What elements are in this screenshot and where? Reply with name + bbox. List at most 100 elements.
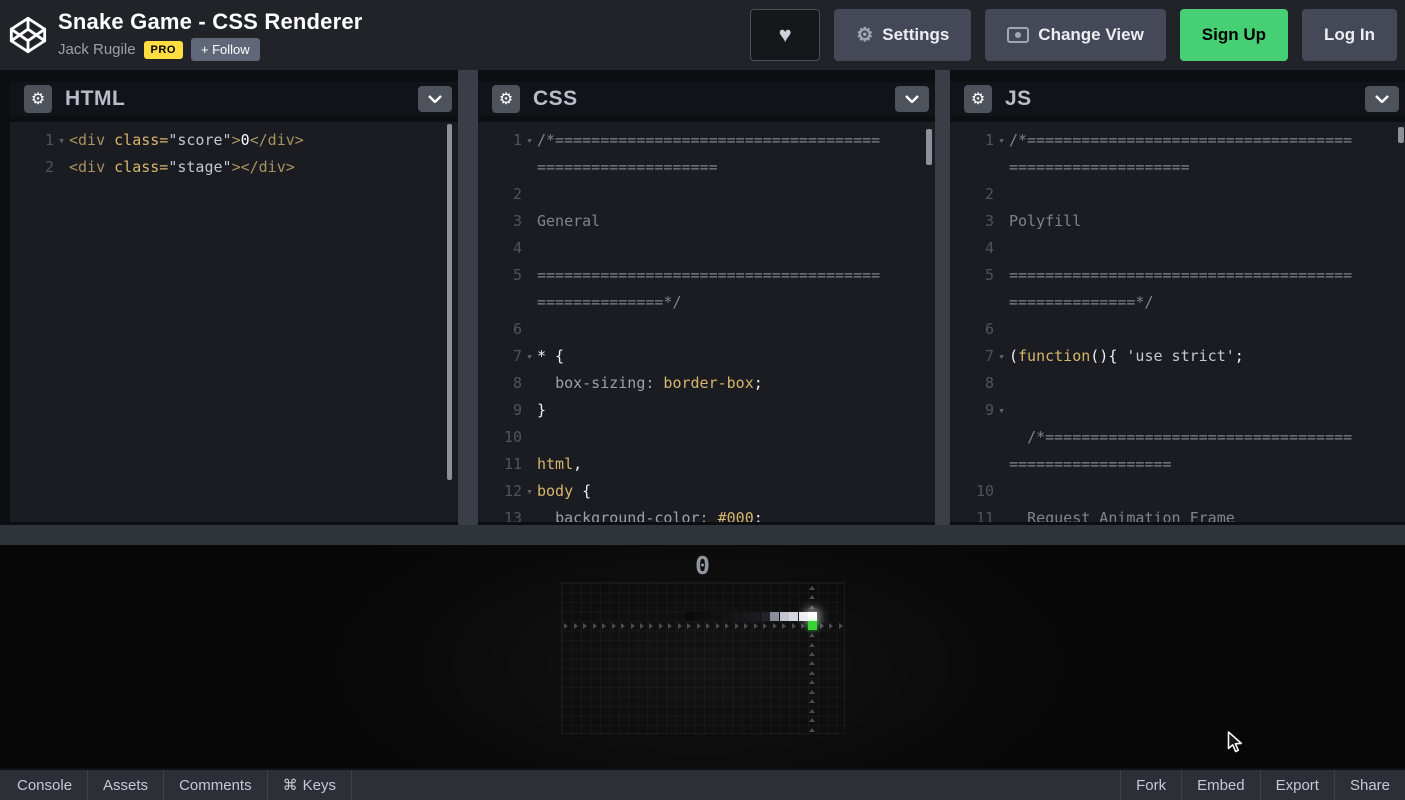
line-number: 10 (486, 424, 522, 451)
fold-spacer (994, 370, 1009, 397)
js-settings-button[interactable]: ⚙ (964, 85, 992, 113)
comments-button[interactable]: Comments (164, 770, 268, 800)
game-score: 0 (0, 551, 1405, 580)
change-view-button[interactable]: Change View (985, 9, 1166, 61)
code-line: 2 (958, 181, 1405, 208)
fold-spacer (994, 235, 1009, 262)
assets-button[interactable]: Assets (88, 770, 164, 800)
food-guide-dot (574, 623, 578, 629)
food-guide-dot (678, 623, 682, 629)
line-number (958, 424, 994, 478)
fork-button[interactable]: Fork (1120, 770, 1181, 800)
line-number: 10 (958, 478, 994, 505)
food-guide-dot (809, 680, 815, 684)
css-code-editor[interactable]: 1▾/*====================================… (478, 122, 935, 522)
code-text: body { (537, 478, 889, 505)
snake-cell (770, 612, 779, 621)
code-line: 4 (486, 235, 935, 262)
html-settings-button[interactable]: ⚙ (24, 85, 52, 113)
login-button[interactable]: Log In (1302, 9, 1397, 61)
keys-button[interactable]: ⌘ Keys (268, 770, 352, 800)
fold-spacer (522, 235, 537, 262)
food-guide-dot (621, 623, 625, 629)
signup-button[interactable]: Sign Up (1180, 9, 1288, 61)
code-text: background-color: #000; (537, 505, 889, 522)
html-editor-panel: ⚙ HTML 1▾<div class="score">0</div>2<div… (10, 82, 458, 522)
code-line: 4 (958, 235, 1405, 262)
codepen-logo-icon[interactable] (8, 15, 48, 55)
js-scrollbar[interactable] (1398, 127, 1404, 143)
fold-arrow-icon[interactable]: ▾ (522, 343, 537, 370)
fold-arrow-icon[interactable]: ▾ (994, 343, 1009, 370)
html-collapse-button[interactable] (418, 86, 452, 112)
code-text (537, 424, 889, 451)
food-guide-dot (809, 652, 815, 656)
fold-spacer (522, 424, 537, 451)
author-link[interactable]: Jack Rugile (58, 41, 136, 58)
follow-button[interactable]: + Follow (191, 38, 260, 61)
fold-spacer (994, 316, 1009, 343)
code-line: 2<div class="stage"></div> (18, 154, 458, 181)
snake-cell (685, 612, 694, 621)
css-scrollbar[interactable] (926, 129, 932, 165)
code-line: 5=======================================… (958, 262, 1405, 316)
js-collapse-button[interactable] (1365, 86, 1399, 112)
line-number: 8 (958, 370, 994, 397)
line-number: 6 (958, 316, 994, 343)
html-code-editor[interactable]: 1▾<div class="score">0</div>2<div class=… (10, 122, 458, 522)
chevron-down-icon (905, 95, 919, 103)
html-scrollbar[interactable] (447, 124, 452, 480)
js-code-editor[interactable]: 1▾/*====================================… (950, 122, 1405, 522)
fold-arrow-icon[interactable]: ▾ (54, 127, 69, 154)
line-number: 5 (958, 262, 994, 316)
export-button[interactable]: Export (1260, 770, 1334, 800)
fold-arrow-icon[interactable]: ▾ (522, 127, 537, 181)
food-guide-dot (792, 623, 796, 629)
line-number: 4 (486, 235, 522, 262)
love-button[interactable]: ♥ (750, 9, 820, 61)
settings-button[interactable]: ⚙ Settings (834, 9, 971, 61)
css-collapse-button[interactable] (895, 86, 929, 112)
fold-spacer (994, 478, 1009, 505)
code-line: 9▾ (958, 397, 1405, 424)
fold-arrow-icon[interactable]: ▾ (522, 478, 537, 505)
css-panel-header: ⚙ CSS (478, 82, 935, 116)
code-line: 3General (486, 208, 935, 235)
fold-arrow-icon[interactable]: ▾ (994, 127, 1009, 181)
snake-cell (732, 612, 741, 621)
comments-label: Comments (179, 777, 252, 794)
code-line: 9} (486, 397, 935, 424)
code-line: 13 background-color: #000; (486, 505, 935, 522)
fold-arrow-icon[interactable]: ▾ (994, 397, 1009, 424)
css-settings-button[interactable]: ⚙ (492, 85, 520, 113)
code-text: html, (537, 451, 889, 478)
food-guide-dot (716, 623, 720, 629)
panel-resize-gutter[interactable] (935, 70, 950, 525)
snake-cell (742, 612, 751, 621)
food-guide-dot (809, 671, 815, 675)
code-line: 11 Request Animation Frame (958, 505, 1405, 522)
code-line: 7▾* { (486, 343, 935, 370)
food-guide-dot (706, 623, 710, 629)
code-text (1009, 370, 1361, 397)
editor-preview-resize-handle[interactable] (0, 525, 1405, 545)
embed-button[interactable]: Embed (1181, 770, 1260, 800)
share-button[interactable]: Share (1334, 770, 1405, 800)
panel-resize-gutter[interactable] (458, 70, 478, 525)
fork-label: Fork (1136, 777, 1166, 794)
gear-icon: ⚙ (856, 26, 873, 45)
embed-label: Embed (1197, 777, 1245, 794)
css-panel-title: CSS (533, 87, 578, 111)
gear-icon: ⚙ (971, 89, 985, 109)
js-panel-title: JS (1005, 87, 1032, 111)
html-panel-header: ⚙ HTML (10, 82, 458, 116)
line-number: 7 (958, 343, 994, 370)
code-line: 8 box-sizing: border-box; (486, 370, 935, 397)
snake-cell (751, 612, 760, 621)
console-button[interactable]: Console (2, 770, 88, 800)
code-line: 1▾/*====================================… (958, 127, 1405, 181)
game-stage (561, 582, 845, 734)
food-guide-dot (697, 623, 701, 629)
food-guide-dot (801, 623, 805, 629)
editor-section: ⚙ HTML 1▾<div class="score">0</div>2<div… (0, 70, 1405, 525)
